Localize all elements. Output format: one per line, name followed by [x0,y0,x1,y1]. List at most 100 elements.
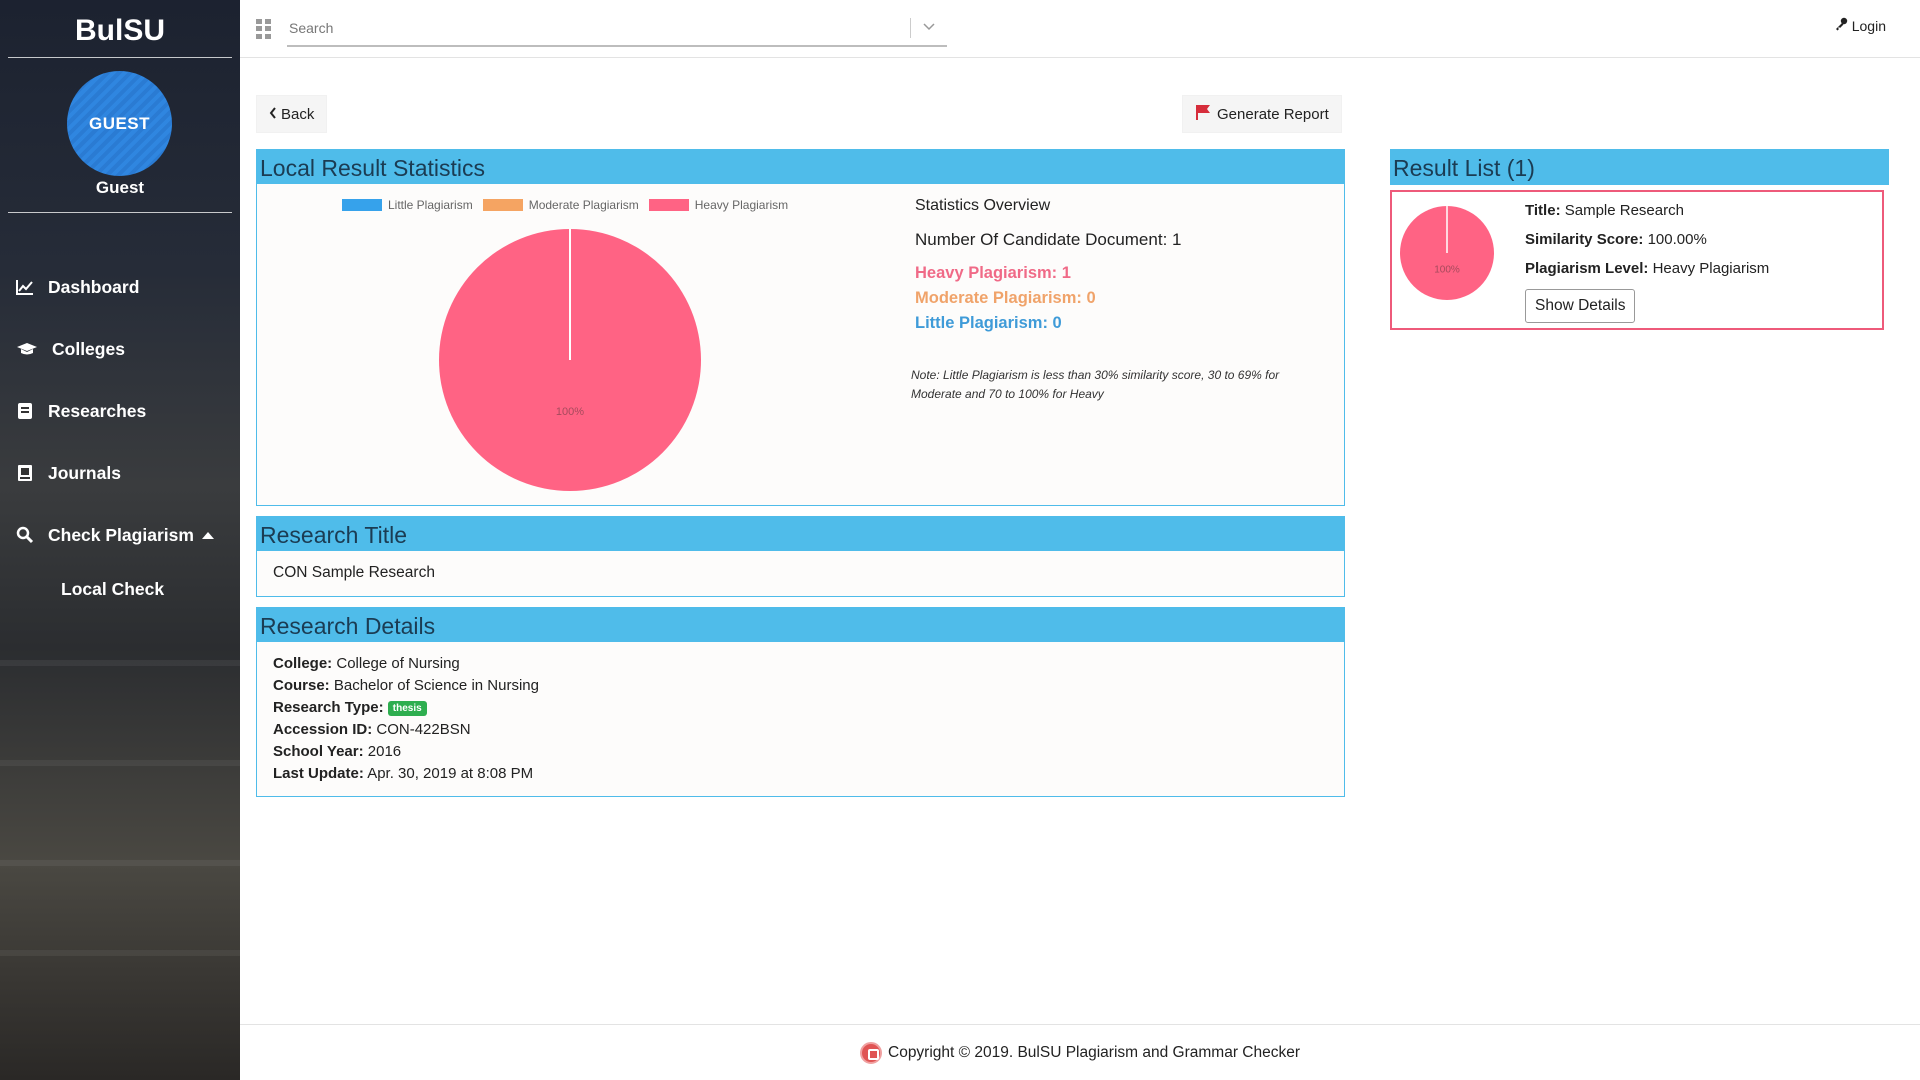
sidebar-item-label: Journals [48,462,121,483]
research-details-body: College: College of Nursing Course: Bach… [257,642,1344,785]
copyright-text: Copyright © 2019. BulSU Plagiarism and G… [888,1044,1300,1061]
result-field-label: Title: [1525,202,1561,219]
statistics-panel: Local Result Statistics Little Plagiaris… [256,149,1345,506]
background-detail [0,950,240,956]
detail-label: College: [273,655,333,672]
login-link[interactable]: Login [1834,17,1886,34]
legend-swatch-heavy [648,199,689,211]
pie-data-label: 100% [1434,265,1460,276]
result-similarity: Similarity Score: 100.00% [1525,231,1707,248]
detail-label: School Year: [273,743,364,760]
result-field-label: Plagiarism Level: [1525,260,1649,277]
pie-chart: 100% [439,229,701,491]
result-card: 100% Title: Sample Research Similarity S… [1390,190,1884,330]
result-field-label: Similarity Score: [1525,231,1644,248]
detail-label: Last Update: [273,765,364,782]
detail-value: Apr. 30, 2019 at 8:08 PM [367,765,534,782]
chart-legend: Little Plagiarism Moderate Plagiarism He… [342,198,798,212]
result-field-value: Heavy Plagiarism [1652,260,1770,277]
top-bar: Login [240,0,1920,58]
back-button[interactable]: Back [256,95,328,133]
detail-accession: Accession ID: CON-422BSN [273,719,1344,741]
little-count: Little Plagiarism: 0 [915,314,1062,332]
divider [8,212,232,213]
sidebar-item-label: Dashboard [48,276,140,297]
avatar: GUEST [67,71,172,176]
moderate-count: Moderate Plagiarism: 0 [915,289,1096,307]
background-detail [0,660,240,666]
app-logo-icon [860,1042,882,1064]
graduation-cap-icon [16,340,38,358]
panel-title: Research Title [257,517,1344,551]
research-title-panel: Research Title CON Sample Research [256,516,1345,597]
detail-value: 2016 [367,743,402,760]
sidebar-item-label: Researches [48,400,147,421]
panel-title: Local Result Statistics [257,150,1344,184]
flag-icon [1195,104,1211,124]
result-field-value: Sample Research [1564,202,1684,219]
search-input[interactable] [287,14,907,42]
detail-label: Accession ID: [273,721,373,738]
brand-logo[interactable]: BulSU [8,0,232,58]
divider [910,18,911,38]
login-label: Login [1851,17,1886,34]
legend-item-heavy[interactable]: Heavy Plagiarism [648,198,789,212]
sidebar-item-journals[interactable]: Journals [16,458,121,488]
apps-grid-icon[interactable] [256,19,272,39]
stats-note: Note: Little Plagiarism is less than 30%… [911,368,1280,401]
detail-college: College: College of Nursing [273,653,1344,675]
result-list-header: Result List (1) [1390,149,1889,185]
detail-school-year: School Year: 2016 [273,741,1344,763]
sidebar-item-label: Colleges [52,338,125,359]
report-label: Generate Report [1217,105,1329,123]
legend-label: Heavy Plagiarism [694,198,789,212]
book-icon [16,402,34,420]
detail-value: CON-422BSN [376,721,471,738]
user-name: Guest [95,178,145,197]
search-icon [16,526,34,544]
result-field-value: 100.00% [1647,231,1707,248]
research-type-badge: thesis [387,700,427,716]
result-title: Title: Sample Research [1525,202,1684,219]
detail-label: Research Type: [273,699,384,716]
pie-data-label: 100% [556,406,584,418]
legend-swatch-moderate [482,199,523,211]
sidebar-subitem-local-check[interactable]: Local Check [61,579,164,600]
panel-title: Result List (1) [1390,149,1889,185]
footer: Copyright © 2019. BulSU Plagiarism and G… [240,1024,1920,1080]
legend-label: Moderate Plagiarism [528,198,639,212]
background-detail [0,760,240,766]
legend-item-little[interactable]: Little Plagiarism [342,198,473,212]
detail-label: Course: [273,677,330,694]
detail-value: College of Nursing [336,655,460,672]
result-level: Plagiarism Level: Heavy Plagiarism [1525,260,1769,277]
sidebar-item-researches[interactable]: Researches [16,396,146,426]
legend-item-moderate[interactable]: Moderate Plagiarism [482,198,639,212]
search-box [287,14,947,47]
caret-up-icon [201,531,214,539]
chart-line-icon [16,278,34,296]
sidebar: BulSU GUEST Guest Dashboard Colleges Res… [0,0,240,1080]
background-detail [0,860,240,866]
research-details-panel: Research Details College: College of Nur… [256,607,1345,797]
result-pie-chart: 100% [1400,206,1494,300]
statistics-body: Little Plagiarism Moderate Plagiarism He… [257,184,1344,505]
research-title-value: CON Sample Research [273,564,435,581]
panel-title: Research Details [257,608,1344,642]
sidebar-item-label: Check Plagiarism [48,524,194,545]
detail-research-type: Research Type: thesis [273,697,1344,719]
stats-overview-title: Statistics Overview [915,197,1051,214]
key-icon [1834,17,1848,34]
legend-swatch-little [342,199,382,211]
sidebar-item-dashboard[interactable]: Dashboard [16,272,139,302]
back-label: Back [281,105,315,123]
sidebar-item-check-plagiarism[interactable]: Check Plagiarism [16,520,214,550]
sidebar-item-colleges[interactable]: Colleges [16,334,125,364]
show-details-button[interactable]: Show Details [1525,289,1636,323]
detail-value: Bachelor of Science in Nursing [333,677,539,694]
detail-course: Course: Bachelor of Science in Nursing [273,675,1344,697]
candidate-count: Number Of Candidate Document: 1 [915,230,1182,249]
generate-report-button[interactable]: Generate Report [1182,95,1342,133]
journal-icon [16,464,34,482]
chevron-down-icon[interactable] [921,18,937,34]
